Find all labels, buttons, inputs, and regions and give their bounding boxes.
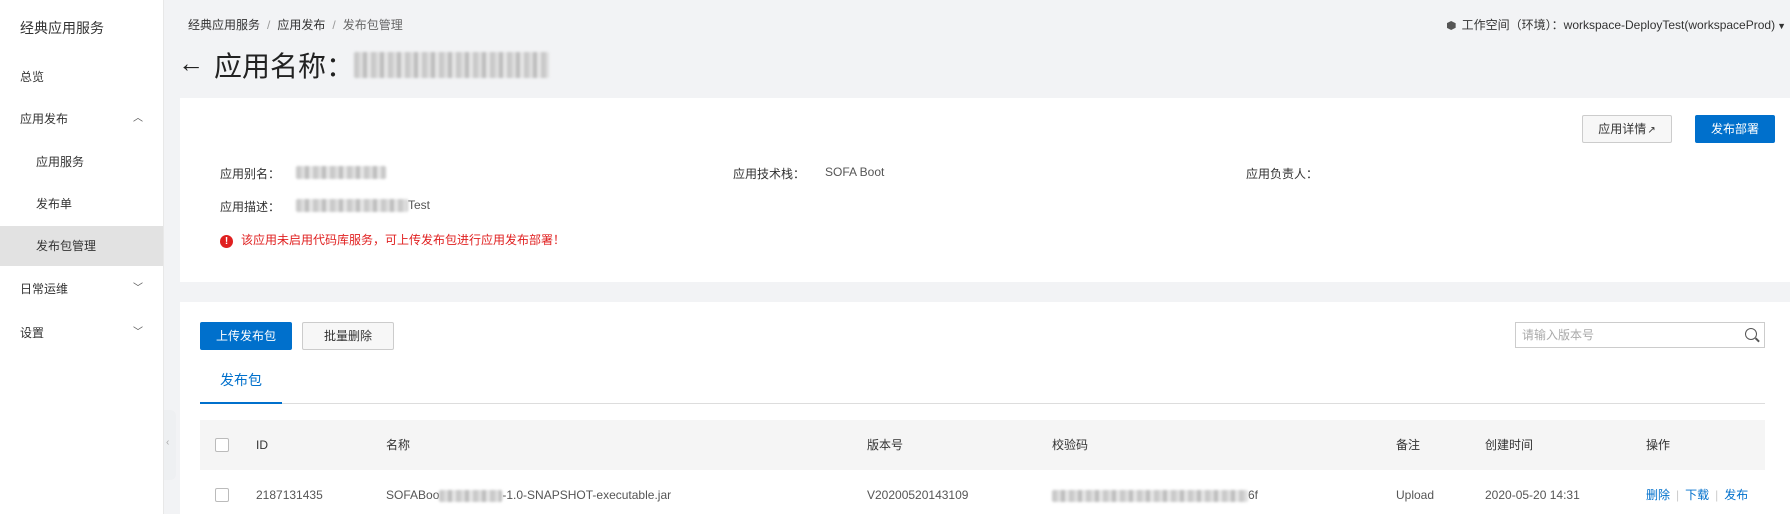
search-icon[interactable] — [1745, 328, 1757, 340]
batch-delete-button[interactable]: 批量删除 — [302, 322, 394, 350]
column-header-remark[interactable]: 备注 — [1396, 438, 1420, 452]
row-actions: 删除 | 下载 | 发布 — [1646, 488, 1748, 502]
table-header: ID 名称 版本号 校验码 备注 创建时间 操作 — [200, 420, 1765, 470]
sidebar-item-app-services[interactable]: 应用服务 — [0, 141, 163, 183]
cube-icon — [1446, 21, 1456, 30]
workspace-label: 工作空间（环境）：workspace-DeployTest(workspaceP… — [1461, 18, 1776, 32]
warning-message: ! 该应用未启用代码库服务，可上传发布包进行应用发布部署！ — [220, 231, 565, 248]
redacted-alias — [296, 166, 386, 179]
row-remark: Upload — [1396, 488, 1435, 502]
deploy-button[interactable]: 发布部署 — [1695, 115, 1775, 143]
column-header-created[interactable]: 创建时间 — [1485, 438, 1533, 452]
select-all-checkbox[interactable] — [215, 438, 229, 452]
sidebar-item-app-release[interactable]: 应用发布 ︿ — [0, 98, 163, 140]
chevron-left-icon: ‹ — [166, 437, 170, 448]
chevron-down-icon: ﹀ — [133, 327, 143, 338]
row-name-prefix: SOFABoo — [386, 488, 440, 502]
sidebar: 经典应用服务 总览 应用发布 ︿ 应用服务 发布单 发布包管理 日常运维 ﹀ 设… — [0, 0, 164, 514]
sidebar-item-daily-ops[interactable]: 日常运维 ﹀ — [0, 268, 163, 310]
download-link[interactable]: 下载 — [1685, 488, 1709, 502]
breadcrumb-separator: / — [267, 18, 271, 32]
packages-card: 上传发布包 批量删除 发布包 ID 名称 版本号 校验码 备注 创建时间 操作 … — [180, 302, 1790, 514]
version-search-input[interactable] — [1516, 323, 1736, 347]
app-detail-button[interactable]: 应用详情↗ — [1582, 115, 1672, 143]
action-divider: | — [1676, 488, 1680, 502]
sidebar-collapse-handle[interactable]: ‹ — [164, 410, 176, 480]
redacted-description — [296, 199, 408, 212]
row-checkbox[interactable] — [215, 488, 229, 502]
redacted-checksum — [1052, 489, 1248, 502]
sidebar-item-release-orders[interactable]: 发布单 — [0, 183, 163, 225]
app-info-card: 应用详情↗ 发布部署 应用别名： 应用技术栈： SOFA Boot 应用负责人：… — [180, 98, 1790, 282]
sidebar-item-label: 应用发布 — [20, 112, 69, 126]
chevron-up-icon: ︿ — [133, 113, 143, 124]
sidebar-item-label: 设置 — [20, 326, 45, 340]
warning-text: 该应用未启用代码库服务，可上传发布包进行应用发布部署！ — [241, 233, 566, 247]
sidebar-item-label: 应用服务 — [36, 155, 85, 169]
app-detail-label: 应用详情 — [1598, 122, 1647, 136]
page-title: 应用名称： — [214, 51, 355, 82]
row-name: SOFABoo -1.0-SNAPSHOT-executable.jar — [386, 488, 671, 502]
row-version: V20200520143109 — [867, 488, 969, 502]
external-link-icon: ↗ — [1647, 125, 1656, 136]
back-arrow-icon[interactable]: ← — [178, 48, 204, 79]
sidebar-item-overview[interactable]: 总览 — [0, 56, 163, 98]
breadcrumb: 经典应用服务 / 应用发布 / 发布包管理 — [188, 16, 403, 33]
column-header-actions: 操作 — [1646, 438, 1671, 452]
publish-link[interactable]: 发布 — [1724, 488, 1748, 502]
breadcrumb-item[interactable]: 应用发布 — [277, 18, 325, 32]
action-divider: | — [1715, 488, 1719, 502]
row-checksum: 6f — [1052, 488, 1258, 502]
alias-label: 应用别名： — [220, 167, 281, 181]
row-created: 2020-05-20 14:31 — [1485, 488, 1580, 502]
package-tabs: 发布包 — [200, 360, 1765, 404]
breadcrumb-separator: / — [332, 18, 336, 32]
description-label: 应用描述： — [220, 200, 281, 214]
tab-packages[interactable]: 发布包 — [200, 360, 282, 404]
table-row: 2187131435 SOFABoo -1.0-SNAPSHOT-executab… — [200, 470, 1765, 514]
redacted-name-middle — [439, 489, 503, 502]
sidebar-item-label: 发布单 — [36, 197, 73, 211]
row-name-suffix: -1.0-SNAPSHOT-executable.jar — [502, 488, 672, 502]
workspace-selector[interactable]: 工作空间（环境）：workspace-DeployTest(workspaceP… — [1446, 16, 1786, 33]
upload-package-button[interactable]: 上传发布包 — [200, 322, 292, 350]
column-header-name[interactable]: 名称 — [386, 438, 410, 452]
owner-label: 应用负责人： — [1246, 167, 1319, 181]
sidebar-item-label: 发布包管理 — [36, 239, 97, 253]
sidebar-item-label: 日常运维 — [20, 282, 69, 296]
sidebar-item-package-management[interactable]: 发布包管理 — [0, 226, 163, 266]
chevron-down-icon: ﹀ — [133, 283, 143, 294]
row-checksum-suffix: 6f — [1248, 488, 1259, 502]
delete-link[interactable]: 删除 — [1646, 488, 1670, 502]
description-suffix: Test — [408, 198, 431, 212]
column-header-version[interactable]: 版本号 — [867, 438, 903, 452]
sidebar-title: 经典应用服务 — [20, 20, 104, 36]
column-header-checksum[interactable]: 校验码 — [1052, 438, 1088, 452]
row-id: 2187131435 — [256, 488, 323, 502]
column-header-id[interactable]: ID — [256, 438, 268, 452]
tech-stack-label: 应用技术栈： — [733, 167, 806, 181]
caret-down-icon: ▼ — [1777, 21, 1786, 31]
breadcrumb-current: 发布包管理 — [342, 18, 403, 32]
tech-stack-value: SOFA Boot — [825, 165, 885, 179]
sidebar-item-label: 总览 — [20, 70, 45, 84]
error-icon: ! — [220, 235, 233, 248]
breadcrumb-item[interactable]: 经典应用服务 — [188, 18, 260, 32]
redacted-app-name — [354, 52, 549, 78]
version-search — [1515, 322, 1765, 348]
sidebar-item-settings[interactable]: 设置 ﹀ — [0, 312, 163, 354]
